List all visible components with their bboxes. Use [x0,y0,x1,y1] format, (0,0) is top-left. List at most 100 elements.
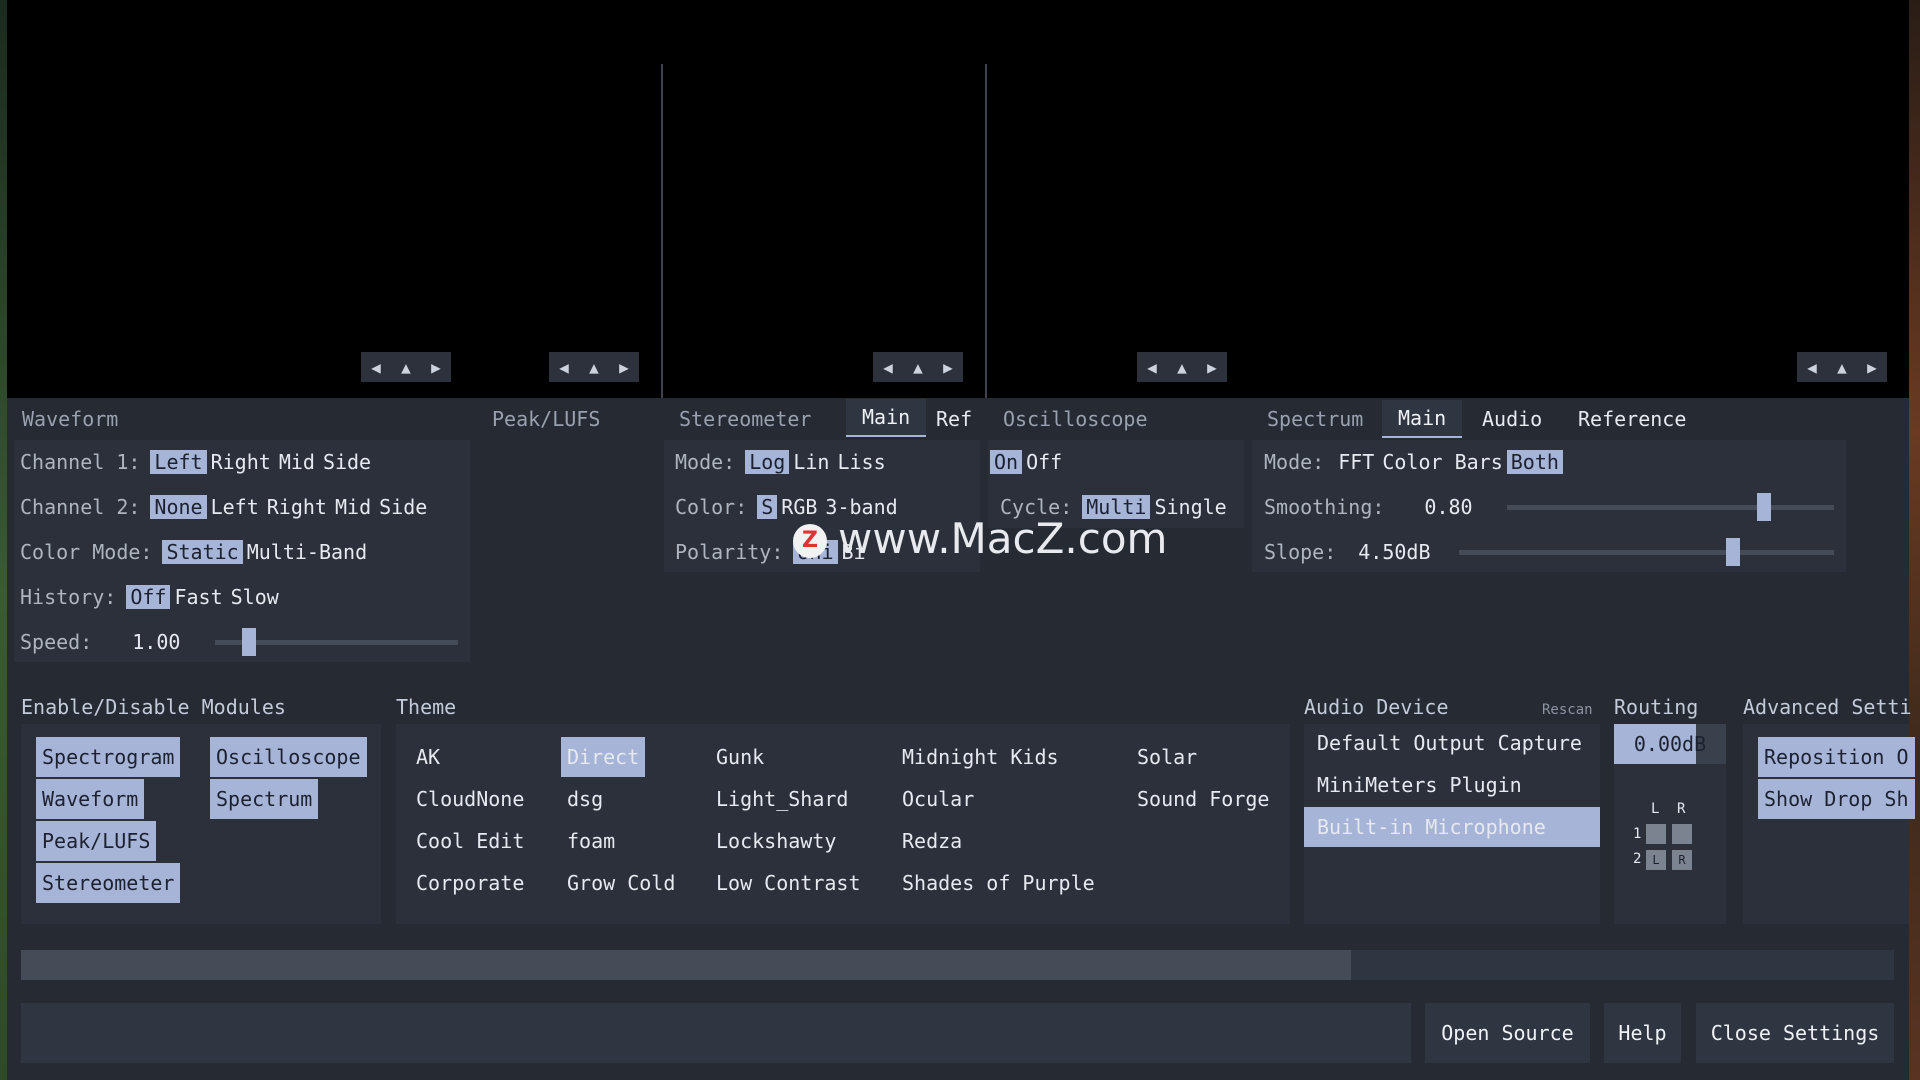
reposition-button[interactable]: Reposition O [1758,737,1915,777]
arrow-right-icon[interactable]: ▶ [614,358,634,377]
theme-option[interactable]: foam [567,821,615,861]
theme-option[interactable]: Light_Shard [716,779,848,819]
arrow-up-icon[interactable]: ▲ [908,358,928,377]
theme-option[interactable]: Solar [1137,737,1197,777]
channel2-opt-none[interactable]: None [150,495,207,519]
channel2-opt-right[interactable]: Right [263,495,331,519]
history-opt-fast[interactable]: Fast [170,585,226,609]
arrow-right-icon[interactable]: ▶ [938,358,958,377]
arrow-left-icon[interactable]: ◀ [1142,358,1162,377]
arrow-up-icon[interactable]: ▲ [1832,358,1852,377]
spectrum-mode-opt-both[interactable]: Both [1506,450,1563,474]
theme-option[interactable]: Lockshawty [716,821,836,861]
theme-option-selected[interactable]: Direct [561,737,646,777]
routing-gain-control[interactable]: 0.00dB [1614,724,1726,764]
open-source-button[interactable]: Open Source [1425,1003,1590,1063]
module-divider[interactable] [985,64,987,398]
routing-cell[interactable] [1646,824,1666,844]
routing-cell[interactable]: L [1646,850,1666,870]
close-settings-button[interactable]: Close Settings [1696,1003,1894,1063]
slope-slider-track[interactable] [1459,550,1834,555]
module-waveform[interactable]: Waveform [36,779,145,819]
channel2-opt-mid[interactable]: Mid [331,495,375,519]
history-opt-off[interactable]: Off [126,585,171,609]
spectrum-tab-reference-label[interactable]: Reference [1574,407,1690,431]
theme-option[interactable]: dsg [567,779,603,819]
channel1-opt-mid[interactable]: Mid [275,450,319,474]
theme-option[interactable]: CloudNone [416,779,524,819]
arrow-left-icon[interactable]: ◀ [878,358,898,377]
spectrum-tab-audio[interactable]: Audio [1478,398,1546,440]
theme-option[interactable]: Ocular [902,779,974,819]
speed-slider-thumb[interactable] [242,628,257,656]
spectrum-tab-audio-label[interactable]: Audio [1478,407,1546,431]
stereometer-tab-ref[interactable]: Ref [932,398,976,440]
smoothing-slider-thumb[interactable] [1757,493,1772,521]
arrow-right-icon[interactable]: ▶ [1202,358,1222,377]
theme-option[interactable]: Redza [902,821,962,861]
color-mode-opt-multiband[interactable]: Multi-Band [243,540,371,564]
stereometer-position-controls[interactable]: ◀ ▲ ▶ [873,352,963,382]
audio-device-option[interactable]: Default Output Capture [1304,723,1600,763]
stereo-color-opt-rgb[interactable]: RGB [777,495,821,519]
arrow-left-icon[interactable]: ◀ [554,358,574,377]
osc-opt-on[interactable]: On [990,450,1023,474]
routing-cell[interactable] [1672,824,1692,844]
stereometer-tab-main[interactable]: Main [830,398,942,438]
spectrum-tab-reference[interactable]: Reference [1574,398,1690,440]
channel1-opt-side[interactable]: Side [319,450,375,474]
history-opt-slow[interactable]: Slow [227,585,283,609]
stereo-mode-opt-log[interactable]: Log [745,450,790,474]
theme-option[interactable]: Shades of Purple [902,863,1095,903]
arrow-left-icon[interactable]: ◀ [1802,358,1822,377]
arrow-right-icon[interactable]: ▶ [426,358,446,377]
spectrum-tab-main-label[interactable]: Main [1382,400,1463,438]
help-button[interactable]: Help [1604,1003,1681,1063]
theme-option[interactable]: Midnight Kids [902,737,1059,777]
stereo-mode-opt-liss[interactable]: Liss [833,450,889,474]
stereo-color-opt-s[interactable]: S [757,495,778,519]
routing-cell[interactable]: R [1672,850,1692,870]
spectrum-mode-opt-fft[interactable]: FFT [1334,450,1378,474]
theme-option[interactable]: Corporate [416,863,524,903]
theme-option[interactable]: Sound Forge [1137,779,1269,819]
smoothing-value: 0.80 [1424,495,1473,519]
theme-option[interactable]: Low Contrast [716,863,861,903]
rescan-label[interactable]: Rescan [1542,702,1593,718]
theme-option[interactable]: Grow Cold [567,863,675,903]
channel1-opt-left[interactable]: Left [150,450,207,474]
module-oscilloscope[interactable]: Oscilloscope [210,737,367,777]
audio-device-option-selected[interactable]: Built-in Microphone [1304,807,1600,847]
theme-option[interactable]: AK [416,737,440,777]
waveform-position-controls[interactable]: ◀ ▲ ▶ [361,352,451,382]
spectrum-tab-main[interactable]: Main [1382,398,1463,440]
peak-position-controls[interactable]: ◀ ▲ ▶ [549,352,639,382]
smoothing-slider-track[interactable] [1507,505,1834,510]
arrow-left-icon[interactable]: ◀ [366,358,386,377]
channel2-opt-left[interactable]: Left [207,495,263,519]
theme-option[interactable]: Cool Edit [416,821,524,861]
arrow-right-icon[interactable]: ▶ [1862,358,1882,377]
module-peak-lufs[interactable]: Peak/LUFS [36,821,157,861]
module-spectrogram[interactable]: Spectrogram [36,737,181,777]
channel2-opt-side[interactable]: Side [375,495,431,519]
audio-device-option[interactable]: MiniMeters Plugin [1304,765,1600,805]
module-spectrum[interactable]: Spectrum [210,779,319,819]
arrow-up-icon[interactable]: ▲ [584,358,604,377]
oscilloscope-position-controls[interactable]: ◀ ▲ ▶ [1137,352,1227,382]
theme-option[interactable]: Gunk [716,737,764,777]
spectrum-position-controls[interactable]: ◀ ▲ ▶ [1797,352,1887,382]
arrow-up-icon[interactable]: ▲ [1172,358,1192,377]
spectrum-mode-opt-colorbars[interactable]: Color Bars [1378,450,1506,474]
stereo-mode-opt-lin[interactable]: Lin [789,450,833,474]
stereometer-tab-main-label[interactable]: Main [846,399,927,437]
slope-slider-thumb[interactable] [1726,538,1741,566]
arrow-up-icon[interactable]: ▲ [396,358,416,377]
stereometer-tab-ref-label[interactable]: Ref [932,407,976,431]
module-divider[interactable] [661,64,663,398]
channel1-opt-right[interactable]: Right [207,450,275,474]
module-stereometer[interactable]: Stereometer [36,863,181,903]
osc-opt-off[interactable]: Off [1022,450,1066,474]
color-mode-opt-static[interactable]: Static [162,540,243,564]
show-drop-shadow-button[interactable]: Show Drop Sh [1758,779,1915,819]
